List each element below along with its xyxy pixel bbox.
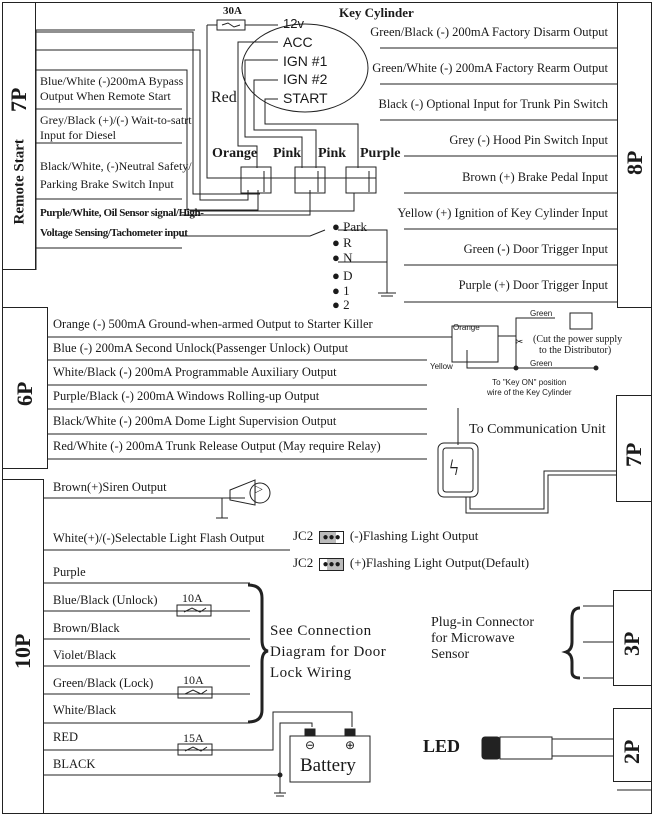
cut-power-note: (Cut the power supply to the Distributor… (533, 334, 623, 356)
relay-orange-label: Orange (212, 146, 258, 161)
fuse-15a-label: 15A (183, 731, 204, 745)
wire-blue-white-bypass: Blue/White (-)200mA Bypass Output When R… (40, 74, 184, 103)
microwave-note: Plug-in Connector for Microwave Sensor (431, 615, 535, 662)
connector-8p-label: 8P (622, 150, 647, 175)
led-label: LED (423, 736, 461, 756)
connector-7p-comm-label: 7P (621, 442, 646, 467)
connector-2p-label: 2P (619, 739, 644, 764)
wire-8p-2: Green/White (-) 200mA Factory Rearm Outp… (372, 61, 608, 75)
jumper-block-icon[interactable]: ●●● (319, 558, 344, 571)
wire-10p-brown-black: Brown/Black (53, 621, 120, 635)
scissors-icon: ✂ (515, 337, 524, 348)
wire-8p-7: Green (-) Door Trigger Input (463, 242, 608, 256)
battery-label: Battery (300, 755, 356, 776)
wire-8p-8: Purple (+) Door Trigger Input (458, 278, 608, 292)
wire-6p-5: Black/White (-) 200mA Dome Light Supervi… (53, 414, 337, 428)
wire-10p-red: RED (53, 730, 78, 744)
wire-10p-siren: Brown(+)Siren Output (53, 480, 167, 494)
jumper-block-icon[interactable]: ●●● (319, 531, 344, 544)
lightning-icon: ϟ (449, 455, 459, 480)
wire-6p-2: Blue (-) 200mA Second Unlock(Passenger U… (53, 341, 349, 355)
jumper-jc2-positive: JC2 ●●● (+)Flashing Light Output(Default… (293, 555, 530, 571)
terminal-acc: ACC (283, 34, 313, 50)
communication-unit-label: To Communication Unit (469, 422, 606, 437)
starter-green-top-label: Green (530, 309, 553, 318)
wire-10p-purple: Purple (53, 565, 86, 579)
terminal-start: START (283, 90, 328, 106)
gear-n: ● N (332, 250, 353, 265)
key-cylinder-title: Key Cylinder (339, 5, 414, 20)
starter-relay-orange-label: Orange (453, 323, 480, 332)
fuse-10a-lock-label: 10A (183, 673, 204, 687)
wire-10p-green-black: Green/Black (Lock) (53, 676, 154, 690)
wire-6p-3: White/Black (-) 200mA Programmable Auxil… (53, 365, 337, 379)
wire-8p-5: Brown (+) Brake Pedal Input (462, 170, 608, 184)
battery-positive-icon: ⊕ (345, 738, 356, 752)
wire-10p-violet-black: Violet/Black (53, 648, 117, 662)
jumper-jc2-negative: JC2 ●●● (-)Flashing Light Output (293, 528, 479, 544)
gear-park: ● Park (332, 219, 367, 234)
wire-grey-black-wait-to-start: Grey/Black (+)/(-) Wait-to-satrt Input f… (40, 113, 192, 142)
relay-pink1-label: Pink (273, 146, 302, 161)
remote-start-label: Remote Start (11, 139, 28, 225)
terminal-ign2: IGN #2 (283, 71, 328, 87)
wire-purple-white-tach: Purple/White, Oil Sensor signal/High- Vo… (40, 207, 204, 239)
fuse-30a-label: 30A (223, 5, 242, 17)
wire-6p-1: Orange (-) 500mA Ground-when-armed Outpu… (53, 317, 373, 331)
wire-8p-6: Yellow (+) Ignition of Key Cylinder Inpu… (397, 206, 608, 220)
connector-7p-label: 7P (6, 87, 31, 112)
wire-10p-white-black: White/Black (53, 703, 117, 717)
gear-d: ● D (332, 268, 353, 283)
wire-black-white-neutral-safety: Black/White, (-)Neutral Safety/ Parking … (40, 159, 192, 191)
wire-8p-4: Grey (-) Hood Pin Switch Input (449, 133, 608, 147)
terminal-ign1: IGN #1 (283, 53, 328, 69)
door-lock-note: See Connection Diagram for Door Lock Wir… (270, 623, 387, 681)
gear-r: ● R (332, 235, 352, 250)
battery-negative-icon: ⊖ (305, 738, 316, 752)
connector-10p-label: 10P (10, 633, 35, 669)
starter-yellow-label: Yellow (430, 362, 453, 371)
siren-icon: ▷ (255, 484, 263, 495)
connector-3p-label: 3P (619, 631, 644, 656)
wire-6p-4: Purple/Black (-) 200mA Windows Rolling-u… (53, 389, 320, 403)
fuse-10a-unlock-label: 10A (182, 591, 203, 605)
key-on-note: To "Key ON" position wire of the Key Cyl… (487, 378, 572, 397)
red-wire-label: Red (211, 89, 237, 106)
relay-pink2-label: Pink (318, 146, 347, 161)
wire-8p-3: Black (-) Optional Input for Trunk Pin S… (378, 97, 608, 111)
wire-10p-black: BLACK (53, 757, 96, 771)
wire-10p-light-flash: White(+)/(-)Selectable Light Flash Outpu… (53, 531, 265, 545)
gear-2: ● 2 (332, 297, 350, 312)
relay-purple-label: Purple (360, 146, 401, 161)
starter-green-bottom-label: Green (530, 359, 553, 368)
wire-8p-1: Green/Black (-) 200mA Factory Disarm Out… (370, 25, 608, 39)
wire-10p-blue-black: Blue/Black (Unlock) (53, 593, 158, 607)
connector-6p-label: 6P (12, 381, 37, 406)
wire-6p-6: Red/White (-) 200mA Trunk Release Output… (53, 439, 381, 453)
terminal-12v: 12v (283, 16, 304, 31)
